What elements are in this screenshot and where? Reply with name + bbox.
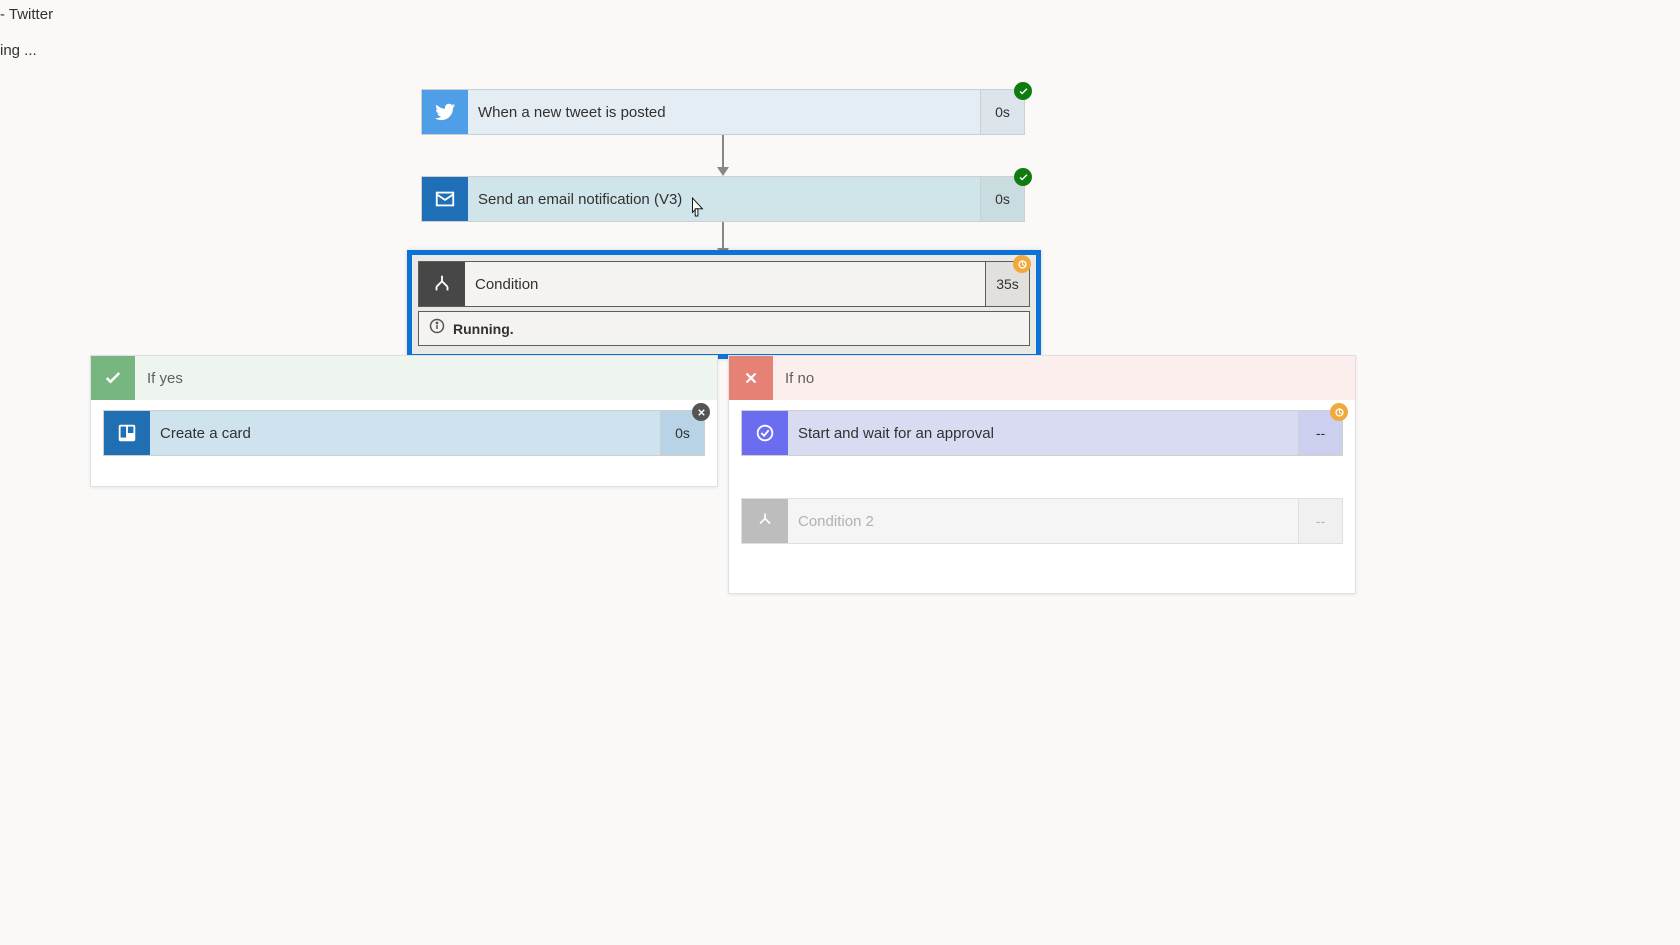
trello-icon bbox=[104, 411, 150, 455]
running-text: Running. bbox=[453, 321, 514, 337]
window-title: - Twitter bbox=[0, 6, 53, 23]
step-duration: -- bbox=[1298, 499, 1342, 543]
status-running-icon bbox=[1013, 255, 1031, 273]
flow-step-condition-2[interactable]: Condition 2 -- bbox=[741, 498, 1343, 544]
branch-title: If no bbox=[773, 356, 1355, 400]
flow-step-create-card[interactable]: Create a card 0s bbox=[103, 410, 705, 456]
approval-icon bbox=[742, 411, 788, 455]
info-icon bbox=[429, 318, 445, 339]
status-cancelled-icon bbox=[692, 403, 710, 421]
step-label: Send an email notification (V3) bbox=[468, 177, 980, 221]
loading-status: ing ... bbox=[0, 42, 37, 59]
branch-icon bbox=[742, 499, 788, 543]
branch-title: If yes bbox=[135, 356, 717, 400]
step-label: Condition 2 bbox=[788, 499, 1298, 543]
flow-step-email[interactable]: Send an email notification (V3) 0s bbox=[421, 176, 1025, 222]
flow-step-condition[interactable]: Condition 35s Running. bbox=[407, 250, 1041, 359]
flow-step-approval[interactable]: Start and wait for an approval -- bbox=[741, 410, 1343, 456]
status-success-icon bbox=[1014, 168, 1032, 186]
condition-status-row: Running. bbox=[418, 311, 1030, 346]
check-icon bbox=[91, 356, 135, 400]
status-success-icon bbox=[1014, 82, 1032, 100]
step-label: Create a card bbox=[150, 411, 660, 455]
branch-icon bbox=[419, 262, 465, 306]
condition-header[interactable]: Condition 35s bbox=[418, 261, 1030, 307]
close-icon bbox=[729, 356, 773, 400]
mail-icon bbox=[422, 177, 468, 221]
branch-if-no[interactable]: If no Start and wait for an approval -- … bbox=[728, 355, 1356, 594]
twitter-icon bbox=[422, 90, 468, 134]
step-label: Condition bbox=[465, 262, 985, 306]
status-running-icon bbox=[1330, 403, 1348, 421]
flow-arrow bbox=[713, 135, 733, 176]
branch-if-yes[interactable]: If yes Create a card 0s bbox=[90, 355, 718, 487]
step-label: Start and wait for an approval bbox=[788, 411, 1298, 455]
step-label: When a new tweet is posted bbox=[468, 90, 980, 134]
flow-step-trigger[interactable]: When a new tweet is posted 0s bbox=[421, 89, 1025, 135]
